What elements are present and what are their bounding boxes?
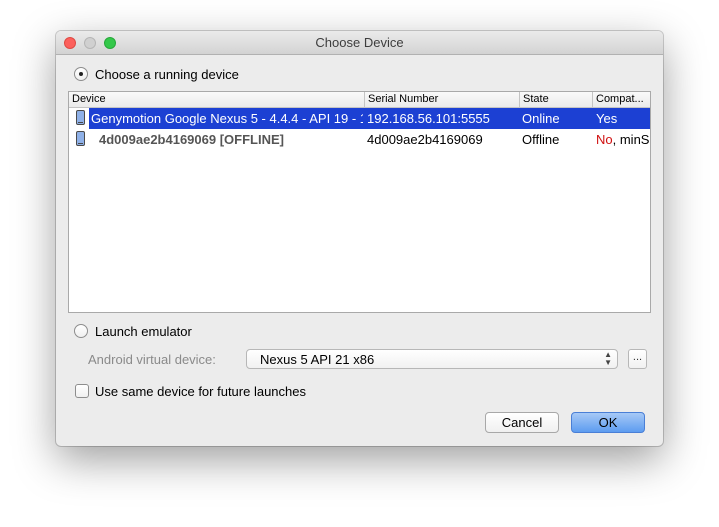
column-header-state[interactable]: State [520,92,593,107]
same-device-checkbox[interactable] [75,384,89,398]
column-header-device[interactable]: Device [69,92,365,107]
serial-number-cell: 4d009ae2b4169069 [367,132,483,147]
table-row[interactable]: 4d009ae2b4169069 [OFFLINE] 4d009ae2b4169… [69,129,650,150]
table-row[interactable]: Genymotion Google Nexus 5 - 4.4.4 - API … [69,108,650,129]
cancel-button[interactable]: Cancel [485,412,559,433]
column-header-serial-number[interactable]: Serial Number [365,92,520,107]
launch-emulator-label: Launch emulator [95,324,192,339]
android-virtual-device-select[interactable]: Nexus 5 API 21 x86 ▲ ▼ [246,349,618,369]
updown-arrows-icon: ▲ ▼ [604,350,612,367]
state-cell: Online [522,111,560,126]
same-device-label: Use same device for future launches [95,384,306,399]
launch-emulator-radio[interactable] [74,324,88,338]
choose-running-device-radio[interactable] [74,67,88,81]
android-virtual-device-value: Nexus 5 API 21 x86 [260,352,375,367]
compatible-cell: Yes [596,111,618,126]
device-name-cell: 4d009ae2b4169069 [OFFLINE] [99,132,284,147]
device-name-cell: Genymotion Google Nexus 5 - 4.4.4 - API … [91,111,363,126]
state-cell: Offline [522,132,560,147]
choose-running-device-label: Choose a running device [95,67,239,82]
table-header: Device Serial Number State Compat... [69,92,650,108]
serial-number-cell: 192.168.56.101:5555 [367,111,490,126]
phone-device-icon [76,110,85,125]
choose-device-dialog: Choose Device Choose a running device De… [56,31,663,446]
column-header-compatible[interactable]: Compat... [593,92,650,107]
title-bar: Choose Device [56,31,663,55]
ok-button[interactable]: OK [571,412,645,433]
device-table[interactable]: Device Serial Number State Compat... Gen… [68,91,651,313]
phone-device-icon [76,131,85,146]
more-avd-button[interactable]: ... [628,349,647,369]
compatible-no-text: No [596,132,613,147]
android-virtual-device-label: Android virtual device: [88,352,216,367]
window-title: Choose Device [315,35,404,50]
compatible-reason-text: , minSdk [612,132,650,147]
compatible-cell: No, minSdk [596,129,650,150]
